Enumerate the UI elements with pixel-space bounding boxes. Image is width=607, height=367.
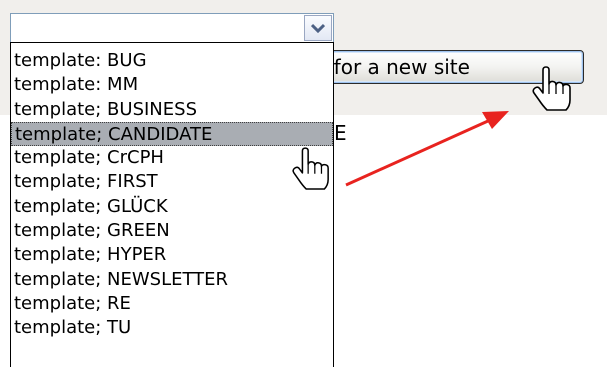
dropdown-option-selected[interactable]: template; CANDIDATE <box>11 121 333 147</box>
dropdown-option[interactable]: template: BUG <box>11 49 333 73</box>
chevron-down-icon <box>311 23 325 33</box>
template-select[interactable] <box>10 13 334 43</box>
hand-cursor-icon <box>292 147 329 190</box>
dropdown-arrow-button[interactable] <box>304 15 332 41</box>
create-new-site-button-label: e for a new site <box>315 55 470 79</box>
hand-cursor-icon <box>532 66 571 111</box>
template-dropdown-list: template: BUG template: MM template; BUS… <box>10 42 334 367</box>
dropdown-option[interactable]: template; BUSINESS <box>11 98 333 122</box>
dropdown-option[interactable]: template; GLÜCK <box>11 195 333 219</box>
dropdown-option[interactable]: template; FIRST <box>11 170 333 194</box>
dropdown-option[interactable]: template; GREEN <box>11 219 333 243</box>
dropdown-option[interactable]: template: MM <box>11 73 333 97</box>
dropdown-option[interactable]: template; NEWSLETTER <box>11 268 333 292</box>
partial-hidden-text: E <box>334 121 347 145</box>
dropdown-option[interactable]: template; HYPER <box>11 243 333 267</box>
dropdown-option[interactable]: template; RE <box>11 292 333 316</box>
dropdown-option[interactable]: template; TU <box>11 316 333 340</box>
dropdown-option[interactable]: template; CrCPH <box>11 146 333 170</box>
